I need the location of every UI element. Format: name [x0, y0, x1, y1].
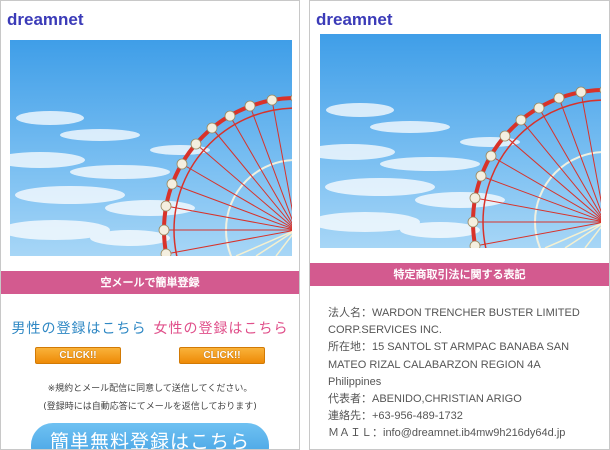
- hero-image: [320, 34, 601, 248]
- info-company-name: 法人名：WARDON TRENCHER BUSTER LIMITED: [328, 307, 580, 319]
- female-click-button[interactable]: CLICK!!: [179, 347, 265, 364]
- ferris-wheel-photo: [320, 34, 601, 248]
- legal-notice-page-panel: dreamnet 特定商取引法に関する表記 法人名：WARDON TRENCHE…: [309, 0, 610, 450]
- male-registration-label[interactable]: 男性の登録はこちら: [9, 318, 149, 338]
- terms-note: ※規約とメール配信に同意して送信してください。: [47, 384, 253, 394]
- info-address-cont: MATEO RIZAL CALABARZON REGION 4A: [328, 358, 541, 371]
- hero-image: [10, 40, 292, 256]
- info-phone: 連絡先：+63-956-489-1732: [328, 410, 463, 423]
- free-registration-button[interactable]: 簡単無料登録はこちら: [31, 423, 269, 449]
- brand-logo[interactable]: dreamnet: [316, 10, 393, 30]
- info-country: Philippines: [328, 375, 382, 388]
- auto-reply-note: (登録時には自動応答にてメールを返信しております): [43, 402, 257, 412]
- ferris-wheel-photo: [10, 40, 292, 256]
- brand-logo[interactable]: dreamnet: [7, 10, 84, 30]
- info-address: 所在地：15 SANTOL ST ARMPAC BANABA SAN: [328, 341, 570, 354]
- info-mail[interactable]: ＭＡＩＬ：info@dreamnet.ib4mw9h216dy64d.jp: [328, 425, 604, 442]
- male-click-button[interactable]: CLICK!!: [35, 347, 121, 364]
- registration-page-panel: dreamnet 空メールで簡単登録 男性の登録はこちら 女性の登録はこちら C…: [0, 0, 300, 450]
- info-representative: 代表者：ABENIDO,CHRISTIAN ARIGO: [328, 393, 522, 406]
- legal-info-block: 法人名：WARDON TRENCHER BUSTER LIMITED CORP.…: [328, 305, 604, 443]
- band-title-legal: 特定商取引法に関する表記: [310, 263, 609, 286]
- info-company-name-cont: CORP.SERVICES INC.: [328, 324, 442, 337]
- band-title-signup: 空メールで簡単登録: [1, 271, 299, 294]
- female-registration-label[interactable]: 女性の登録はこちら: [151, 318, 291, 338]
